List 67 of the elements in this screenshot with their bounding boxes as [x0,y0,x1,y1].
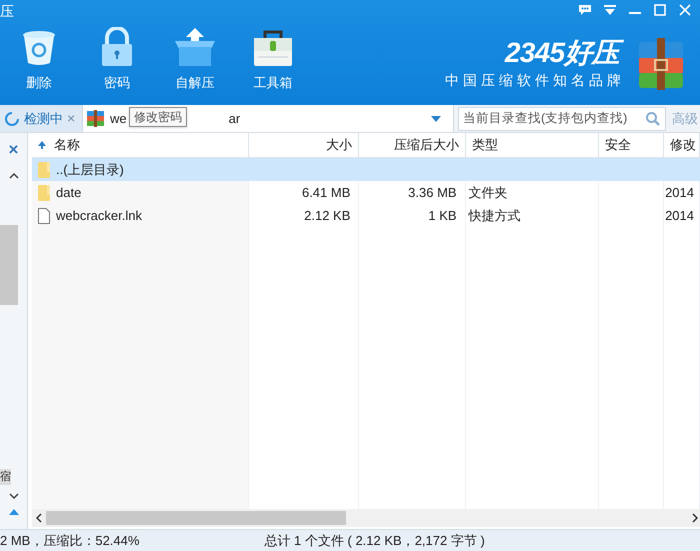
archive-icon [87,110,104,127]
column-header[interactable]: 修改 [664,133,700,157]
logo-slogan: 中国压缩软件知名品牌 [445,71,625,90]
address-text-start: we [110,110,127,128]
table-cell-text: 6.41 MB [302,184,350,202]
column-header[interactable]: 压缩后大小 [359,133,466,157]
search-field[interactable]: 当前目录查找(支持包内查找) [458,106,666,130]
search-icon[interactable] [645,110,661,126]
column-header[interactable]: 类型 [466,133,599,157]
table-cell-text: 快捷方式 [468,206,521,225]
column-header[interactable]: 大小 [249,133,359,157]
table-cell-text: ..(上层目录) [56,160,124,179]
menu-dropdown-icon[interactable] [603,4,617,16]
padlock-icon [99,26,135,66]
expand-up-icon[interactable] [8,509,18,515]
file-row[interactable]: date 6.41 MB 3.36 MB 文件夹 2014 [32,181,700,204]
column-header[interactable]: 名称 [32,133,249,157]
scroll-right-icon[interactable] [692,513,698,523]
toolbox-icon [252,28,294,66]
tooltip: 修改密码 [129,107,187,127]
folder-icon [38,162,50,178]
horizontal-scrollbar-thumb[interactable] [46,511,346,525]
file-row[interactable]: webcracker.lnk 2.12 KB 1 KB 快捷方式 2014 [32,204,700,227]
file-icon [38,208,50,224]
chat-bubble-icon[interactable] [578,4,592,16]
logo-name: 2345好压 [502,36,625,70]
spinner-icon [4,110,20,126]
sort-up-icon [38,141,46,149]
sidebar-close[interactable]: × [8,137,18,162]
recycle-bin-icon [21,28,57,66]
close-icon[interactable] [678,4,692,16]
column-header-label: 大小 [326,136,352,154]
status-summary: 2 MB，压缩比：52.44% [0,532,140,550]
window-title: 压 [0,3,14,22]
column-header-label: 修改 [670,136,696,154]
table-cell-text: 文件夹 [468,184,508,202]
toolbar-button[interactable]: 删除 [0,22,78,100]
sidebar-label: 宿 [0,468,11,485]
archive-logo-icon [637,38,685,90]
status-total: 总计 1 个文件 ( 2.12 KB，2,172 字节 ) [264,532,485,550]
table-cell-text: 3.36 MB [408,184,457,202]
column-header-label: 类型 [472,136,498,154]
box-upload-icon [173,26,217,66]
maximize-icon[interactable] [653,4,667,16]
table-cell-text: webcracker.lnk [56,206,142,225]
scrollbar-thumb[interactable] [0,224,18,304]
toolbar-button[interactable]: 密码 [78,22,156,100]
column-header-label: 压缩后大小 [394,136,459,154]
file-row[interactable]: ..(上层目录) [32,158,700,181]
folder-icon [38,184,50,200]
table-cell-text: 2014 [665,206,694,225]
table-cell-text: 2.12 KB [304,206,350,225]
table-cell-text: 1 KB [428,206,457,225]
dropdown-caret-icon[interactable] [431,116,441,122]
scroll-left-icon[interactable] [36,513,42,523]
address-text-end: ar [228,110,240,128]
column-header-label: 名称 [54,136,80,154]
toolbar-button[interactable]: 自解压 [156,22,234,100]
scan-label: 检测中 [24,110,63,128]
column-header[interactable]: 安全 [599,133,664,157]
scroll-up-icon[interactable] [8,172,18,178]
toolbar-button[interactable]: 工具箱 [234,22,312,100]
table-cell-text: date [56,184,82,202]
column-header-label: 安全 [605,136,631,154]
scroll-down-icon[interactable] [8,493,18,499]
scan-tab[interactable]: 检测中 × [0,105,82,132]
table-cell-text: 2014 [665,184,694,202]
